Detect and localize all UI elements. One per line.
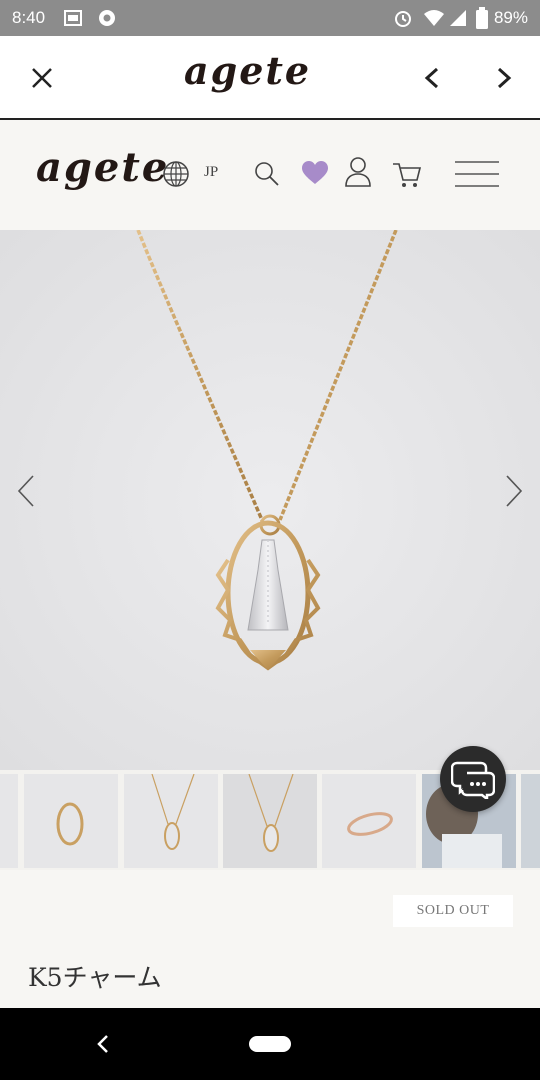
thumbnail-item[interactable] [322,774,416,868]
pendant-thumbnail [56,802,84,846]
site-header: agete JP [0,122,540,230]
browser-toolbar: agete [0,36,540,120]
alarm-icon [395,11,411,27]
status-bar: 8:40 89% [0,0,540,36]
account-icon[interactable] [344,156,372,188]
necklace-thumbnail [248,773,294,852]
site-logo[interactable]: agete [36,144,169,191]
product-title: K5チャーム [28,963,162,992]
close-icon [32,68,52,88]
forward-button[interactable] [482,56,526,100]
product-image-carousel[interactable] [0,230,540,770]
home-pill[interactable] [249,1036,291,1052]
chat-icon [451,761,495,799]
chrome-icon [99,10,115,26]
heart-icon[interactable] [301,160,329,186]
close-button[interactable] [20,56,64,100]
cart-icon[interactable] [391,158,423,190]
system-nav-bar [0,1008,540,1080]
thumbnail-item[interactable] [124,773,218,868]
battery-percentage: 89% [493,8,528,27]
back-button[interactable] [410,56,454,100]
chat-button[interactable] [440,746,506,812]
battery-icon [476,7,488,29]
necklace-image [0,230,540,770]
back-arrow-icon [424,67,439,89]
menu-icon[interactable] [454,160,500,188]
globe-icon[interactable] [162,160,190,188]
wifi-icon [424,10,444,26]
pendant-side-thumbnail [347,812,393,836]
nav-back-icon[interactable] [96,1034,110,1054]
status-time: 8:40 [12,8,46,27]
language-selector[interactable]: JP [204,164,218,181]
browser-title-logo: agete [184,48,312,93]
thumbnail-item[interactable] [521,774,540,868]
chevron-left-icon[interactable] [16,474,36,508]
chevron-right-icon[interactable] [504,474,524,508]
hd-icon [64,10,82,26]
necklace-thumbnail [151,773,195,850]
search-icon[interactable] [253,160,281,188]
thumbnail-item-selected[interactable] [223,773,317,868]
forward-arrow-icon [497,67,512,89]
thumbnail-item[interactable] [0,774,18,868]
status-badge: SOLD OUT [393,895,513,927]
thumbnail-item[interactable] [24,774,118,868]
signal-icon [450,10,466,26]
